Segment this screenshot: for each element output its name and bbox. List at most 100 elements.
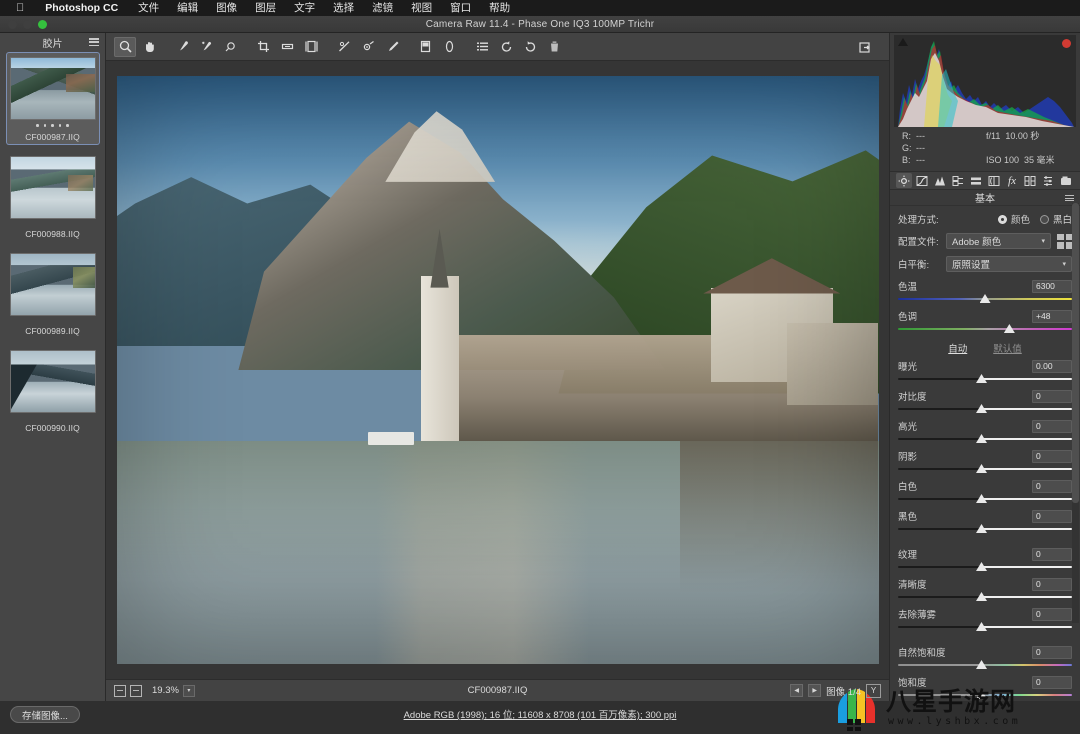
rgb-label-g: G: [902, 142, 916, 154]
before-after-toggle[interactable]: Y [866, 684, 881, 698]
treatment-option-color[interactable]: 颜色 [998, 212, 1030, 226]
default-link[interactable]: 默认值 [993, 341, 1022, 355]
menu-item-edit[interactable]: 编辑 [168, 0, 207, 16]
slider-track-dehaze[interactable] [898, 622, 1072, 633]
filmstrip-thumbnail-4[interactable]: CF000990.IIQ [7, 346, 99, 435]
actual-size-icon[interactable] [130, 685, 142, 697]
slider-blacks: 黑色 0 [898, 509, 1072, 535]
menu-app-name[interactable]: Photoshop CC [34, 0, 129, 16]
delete-icon[interactable] [543, 37, 565, 57]
slider-track-exposure[interactable] [898, 374, 1072, 385]
menu-item-file[interactable]: 文件 [129, 0, 168, 16]
calibration-tab-icon[interactable] [1022, 173, 1038, 188]
menu-item-window[interactable]: 窗口 [441, 0, 480, 16]
menu-item-select[interactable]: 选择 [324, 0, 363, 16]
detail-tab-icon[interactable] [932, 173, 948, 188]
menu-item-help[interactable]: 帮助 [480, 0, 519, 16]
hsl-tab-icon[interactable] [950, 173, 966, 188]
fit-view-icon[interactable] [114, 685, 126, 697]
filmstrip-menu-icon[interactable] [89, 38, 99, 46]
color-sampler-icon[interactable] [195, 37, 217, 57]
presets-icon[interactable] [471, 37, 493, 57]
presets-tab-icon[interactable] [1040, 173, 1056, 188]
split-toning-tab-icon[interactable] [968, 173, 984, 188]
rgb-value-r: --- [916, 131, 925, 141]
slider-track-texture[interactable] [898, 562, 1072, 573]
zoom-dropdown-caret[interactable]: ▾ [183, 685, 195, 697]
slider-track-highlights[interactable] [898, 434, 1072, 445]
crop-tool-icon[interactable] [252, 37, 274, 57]
slider-value-temperature[interactable]: 6300 [1032, 280, 1072, 293]
menu-item-view[interactable]: 视图 [402, 0, 441, 16]
menu-item-type[interactable]: 文字 [285, 0, 324, 16]
next-image-button[interactable]: ▶ [808, 684, 821, 697]
hand-tool-icon[interactable] [138, 37, 160, 57]
profile-value: Adobe 颜色 [952, 234, 1001, 248]
radial-filter-icon[interactable] [438, 37, 460, 57]
fullscreen-toggle-icon[interactable] [855, 37, 877, 57]
rgb-value-g: --- [916, 143, 925, 153]
slider-track-vibrance[interactable] [898, 660, 1072, 671]
slider-dehaze: 去除薄雾 0 [898, 607, 1072, 633]
apple-logo-icon[interactable]:  [6, 0, 34, 16]
panel-scrollbar[interactable] [1072, 203, 1079, 623]
slider-track-temperature[interactable] [898, 294, 1072, 305]
graduated-filter-icon[interactable] [414, 37, 436, 57]
basic-tab-icon[interactable] [896, 173, 912, 188]
targeted-adjustment-icon[interactable] [219, 37, 241, 57]
snapshots-tab-icon[interactable] [1058, 173, 1074, 188]
slider-value-texture[interactable]: 0 [1032, 548, 1072, 561]
tone-curve-tab-icon[interactable] [914, 173, 930, 188]
panel-menu-icon[interactable] [1065, 195, 1074, 201]
filmstrip-thumbnail-1[interactable]: CF000987.IIQ [7, 53, 99, 144]
effects-tab-icon[interactable]: fx [1004, 173, 1020, 188]
slider-value-tint[interactable]: +48 [1032, 310, 1072, 323]
camera-raw-window:  Photoshop CC 文件 编辑 图像 图层 文字 选择 滤镜 视图 窗… [0, 0, 1080, 734]
current-filename-label: CF000987.IIQ [106, 685, 889, 696]
treatment-option-bw[interactable]: 黑白 [1040, 212, 1072, 226]
slider-value-blacks[interactable]: 0 [1032, 510, 1072, 523]
chevron-down-icon: ▾ [1062, 260, 1066, 268]
transform-tool-icon[interactable] [300, 37, 322, 57]
radio-bullet-color [998, 215, 1007, 224]
slider-track-blacks[interactable] [898, 524, 1072, 535]
rotate-right-icon[interactable] [519, 37, 541, 57]
image-canvas[interactable] [106, 61, 889, 679]
slider-value-vibrance[interactable]: 0 [1032, 646, 1072, 659]
auto-link[interactable]: 自动 [948, 341, 967, 355]
profile-select[interactable]: Adobe 颜色 ▾ [946, 233, 1051, 249]
white-balance-select[interactable]: 原照设置 ▾ [946, 256, 1072, 272]
slider-track-tint[interactable] [898, 324, 1072, 335]
slider-value-contrast[interactable]: 0 [1032, 390, 1072, 403]
spot-removal-icon[interactable] [333, 37, 355, 57]
red-eye-removal-icon[interactable] [357, 37, 379, 57]
slider-track-whites[interactable] [898, 494, 1072, 505]
slider-value-dehaze[interactable]: 0 [1032, 608, 1072, 621]
straighten-tool-icon[interactable] [276, 37, 298, 57]
slider-value-highlights[interactable]: 0 [1032, 420, 1072, 433]
zoom-tool-icon[interactable] [114, 37, 136, 57]
slider-track-contrast[interactable] [898, 404, 1072, 415]
histogram[interactable] [894, 35, 1076, 127]
menu-item-image[interactable]: 图像 [207, 0, 246, 16]
white-balance-eyedropper-icon[interactable] [171, 37, 193, 57]
slider-track-shadows[interactable] [898, 464, 1072, 475]
rotate-left-icon[interactable] [495, 37, 517, 57]
chevron-down-icon: ▾ [1041, 237, 1045, 245]
thumbnail-rating-1[interactable] [10, 124, 96, 129]
menu-item-layer[interactable]: 图层 [246, 0, 285, 16]
filmstrip-thumbnail-3[interactable]: CF000989.IIQ [7, 249, 99, 338]
lens-correction-tab-icon[interactable] [986, 173, 1002, 188]
filmstrip-thumbnail-2[interactable]: CF000988.IIQ [7, 152, 99, 241]
adjustment-brush-icon[interactable] [381, 37, 403, 57]
profile-browser-grid-icon[interactable] [1057, 234, 1072, 249]
treatment-row: 处理方式: 颜色 黑白 [898, 212, 1072, 226]
slider-track-clarity[interactable] [898, 592, 1072, 603]
slider-value-clarity[interactable]: 0 [1032, 578, 1072, 591]
thumbnail-image-3 [10, 253, 96, 316]
slider-value-whites[interactable]: 0 [1032, 480, 1072, 493]
slider-value-shadows[interactable]: 0 [1032, 450, 1072, 463]
previous-image-button[interactable]: ◀ [790, 684, 803, 697]
menu-item-filter[interactable]: 滤镜 [363, 0, 402, 16]
slider-value-exposure[interactable]: 0.00 [1032, 360, 1072, 373]
